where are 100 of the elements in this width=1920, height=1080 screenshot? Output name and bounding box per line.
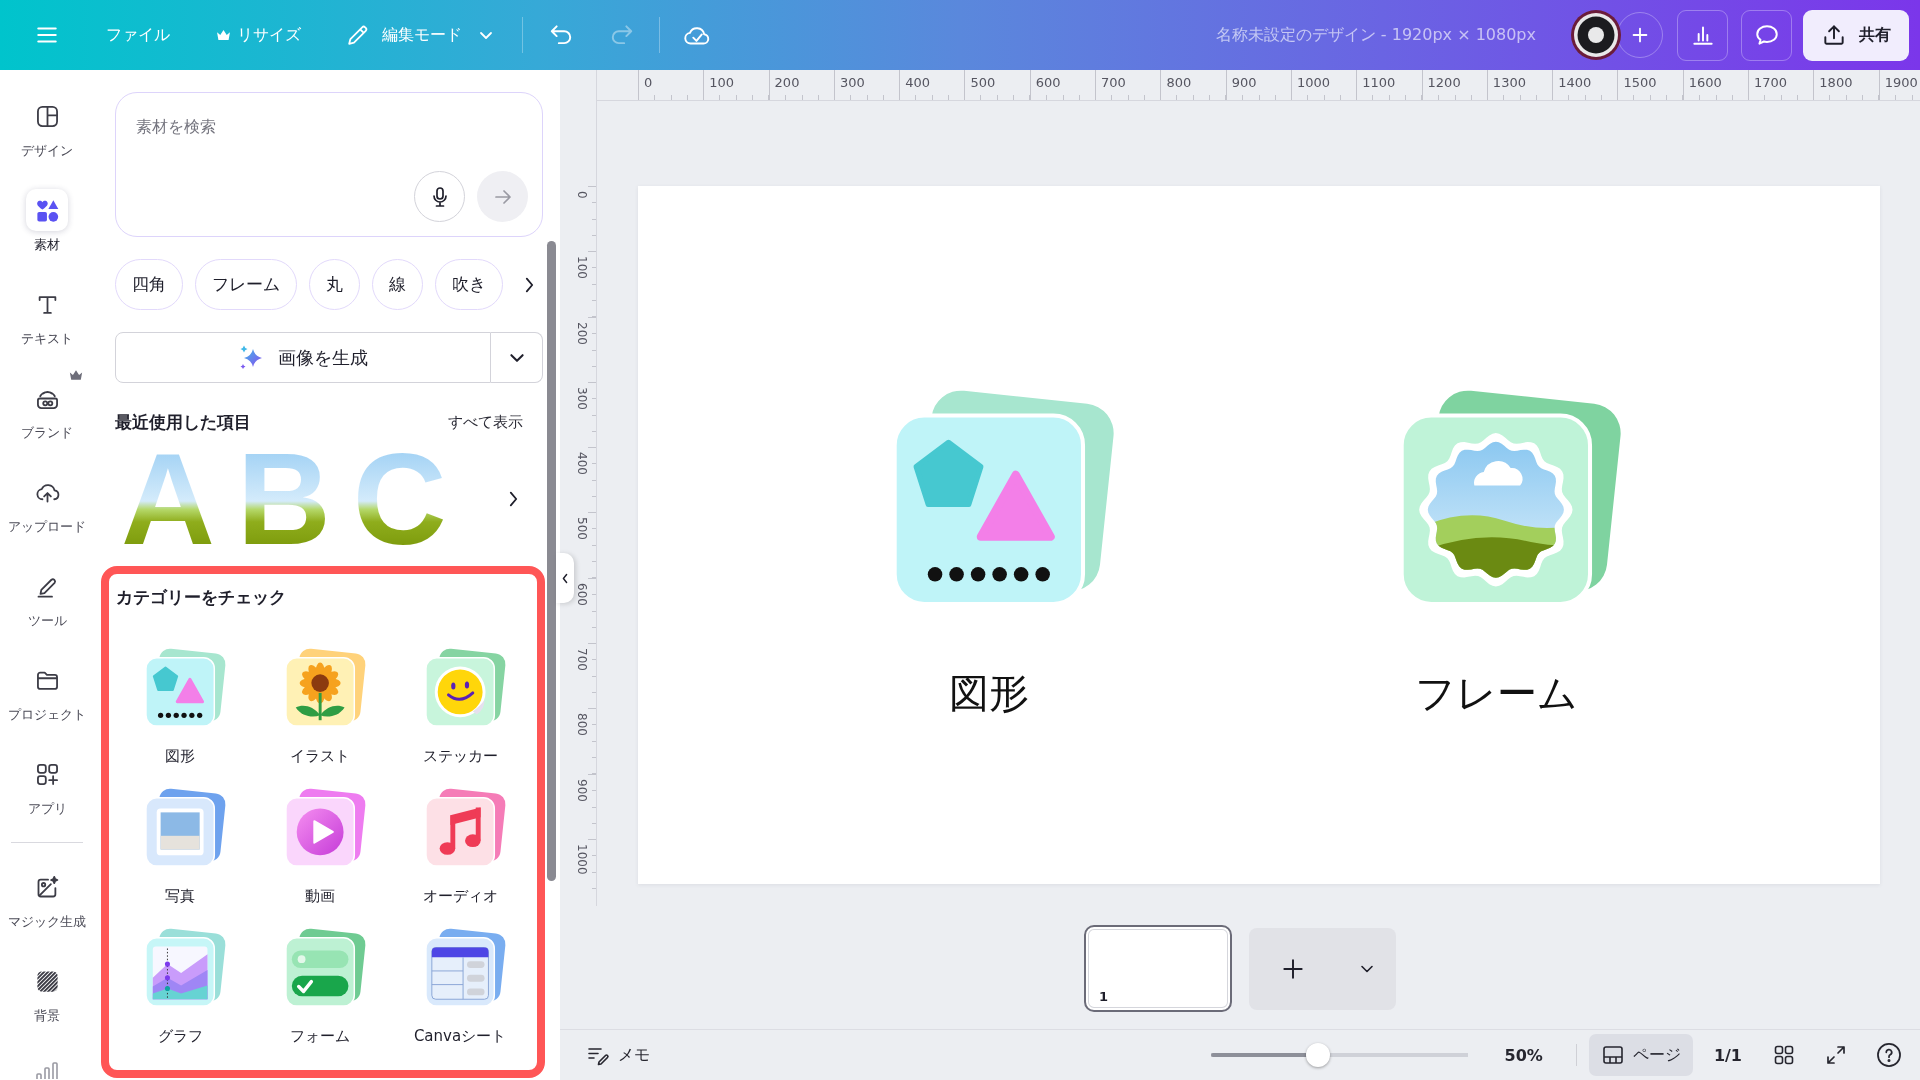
ruler-number: 500 [970,75,997,90]
ruler-number: 500 [575,517,589,541]
help-button[interactable] [1876,1042,1902,1068]
filter-chip[interactable]: 吹き [435,259,503,310]
sunflower-icon [284,647,368,729]
ruler-number: 800 [575,713,589,737]
category-item[interactable]: イラスト [250,647,390,766]
submit-search-button[interactable] [477,171,528,222]
ruler-number: 800 [1166,75,1193,90]
insights-button[interactable] [1677,9,1728,61]
ruler-number: 1500 [1623,75,1658,90]
section-title: カテゴリーをチェック [116,586,287,608]
spreadsheet-icon [424,927,508,1009]
ruler-number: 1000 [575,843,589,875]
page-thumbnail[interactable]: 1 [1084,925,1232,1012]
filter-chip[interactable]: 線 [372,259,423,310]
notes-button[interactable]: メモ [586,1043,650,1067]
ruler-number: 100 [709,75,736,90]
speech-bubble-icon [1753,22,1780,48]
sidebar-item[interactable]: 背景 [26,960,68,1025]
category-item[interactable]: ステッカー [390,647,530,766]
ruler-number: 700 [1101,75,1127,90]
filter-chip[interactable]: フレーム [195,259,297,310]
fullscreen-button[interactable] [1824,1043,1848,1067]
voice-input-button[interactable] [414,171,465,222]
category-item[interactable]: 図形 [110,647,250,766]
ruler-number: 900 [575,778,589,802]
area-chart-icon [144,927,228,1009]
category-item[interactable]: 動画 [250,787,390,906]
document-title: 名称未設定のデザイン - 1920px × 1080px [1215,24,1536,46]
search-input[interactable]: 素材を検索 [136,117,528,171]
sidebar-item[interactable]: プロジェクト [8,659,86,724]
ruler-number: 300 [575,386,589,410]
smiley-sticker-icon [424,647,508,729]
category-item[interactable]: フォーム [250,927,390,1046]
music-note-icon [424,787,508,869]
ruler-number: 600 [1035,75,1062,90]
sidebar-item[interactable]: マジック生成 [8,866,86,931]
ruler-number: 200 [575,321,589,345]
sidebar-item[interactable]: 素材 [26,189,68,254]
share-button[interactable]: 共有 [1803,9,1909,61]
ruler-number: 100 [575,256,589,280]
category-item[interactable]: Canvaシート [390,927,530,1046]
ruler-number: 200 [774,75,801,90]
section-title: 最近使用した項目 [115,411,251,433]
grid-icon [1773,1044,1795,1066]
ruler-number: 400 [905,75,931,90]
comment-button[interactable] [1741,9,1792,61]
chevron-left-icon [561,571,569,585]
slider-thumb[interactable] [1306,1043,1331,1067]
ruler-number: 1700 [1754,75,1789,90]
design-text: 図形 [949,669,1029,717]
category-item[interactable]: 写真 [110,787,250,906]
generate-image-button[interactable]: 画像を生成 [115,332,491,383]
ruler-number: 1300 [1492,75,1527,90]
generate-options-button[interactable] [491,332,543,383]
sidebar-item[interactable]: ブランド [21,377,73,442]
page-layout-icon [1600,1043,1625,1067]
sidebar-item[interactable]: アプリ [26,753,68,818]
ruler-number: 0 [644,75,654,90]
filter-chip[interactable]: 四角 [115,259,183,310]
sidebar-item[interactable]: テキスト [21,283,73,348]
search-field[interactable]: 素材を検索 [115,92,543,237]
filter-chip[interactable]: 丸 [309,259,360,310]
collapse-panel-button[interactable] [556,553,574,603]
ruler-number: 400 [575,452,589,476]
ruler-number: 1200 [1427,75,1462,90]
ruler-number: 1400 [1558,75,1593,90]
bar-chart-icon[interactable] [34,1062,60,1079]
category-item[interactable]: グラフ [110,927,250,1046]
shapes-icon [26,189,68,231]
chevron-right-icon [524,275,535,294]
ruler-number: 700 [575,648,589,671]
ruler-number: 600 [575,582,589,606]
ruler-number: 0 [575,191,589,199]
avatar-icon [1571,10,1621,60]
sidebar-item[interactable]: ツール [26,565,68,630]
design-page[interactable]: 図形 フレーム [638,186,1880,884]
see-all-link[interactable]: すべて表示 [448,412,523,432]
play-icon [284,787,368,869]
design-text: フレーム [1414,669,1578,717]
chevron-right-icon [507,490,519,508]
ruler-number: 1600 [1688,75,1723,90]
scrollbar[interactable] [547,241,556,881]
category-item[interactable]: オーディオ [390,787,530,906]
page-count: 1/1 [1713,1045,1742,1065]
ruler-number: 1800 [1819,75,1854,90]
ruler-number: 300 [839,75,866,90]
sidebar-item[interactable]: アップロード [8,471,86,536]
ruler-number: 1900 [1884,75,1918,90]
zoom-level-button[interactable]: 50% [1504,1045,1543,1065]
ruler-number: 1100 [1362,75,1397,90]
toggle-switch-icon [284,927,368,1009]
page-view-button[interactable]: ページ [1588,1034,1693,1076]
expand-icon [1824,1043,1848,1067]
upload-icon [1821,22,1847,48]
photo-icon [144,787,228,869]
grid-view-button[interactable] [1773,1044,1795,1066]
sidebar-item[interactable]: デザイン [21,95,73,160]
shapes-icon [144,647,228,729]
